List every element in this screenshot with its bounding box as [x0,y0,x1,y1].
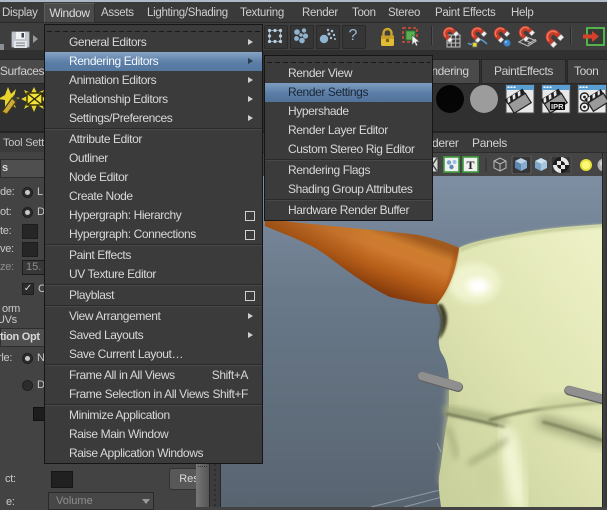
svg-text:IPR: IPR [551,102,564,111]
svg-text:T: T [467,158,475,172]
